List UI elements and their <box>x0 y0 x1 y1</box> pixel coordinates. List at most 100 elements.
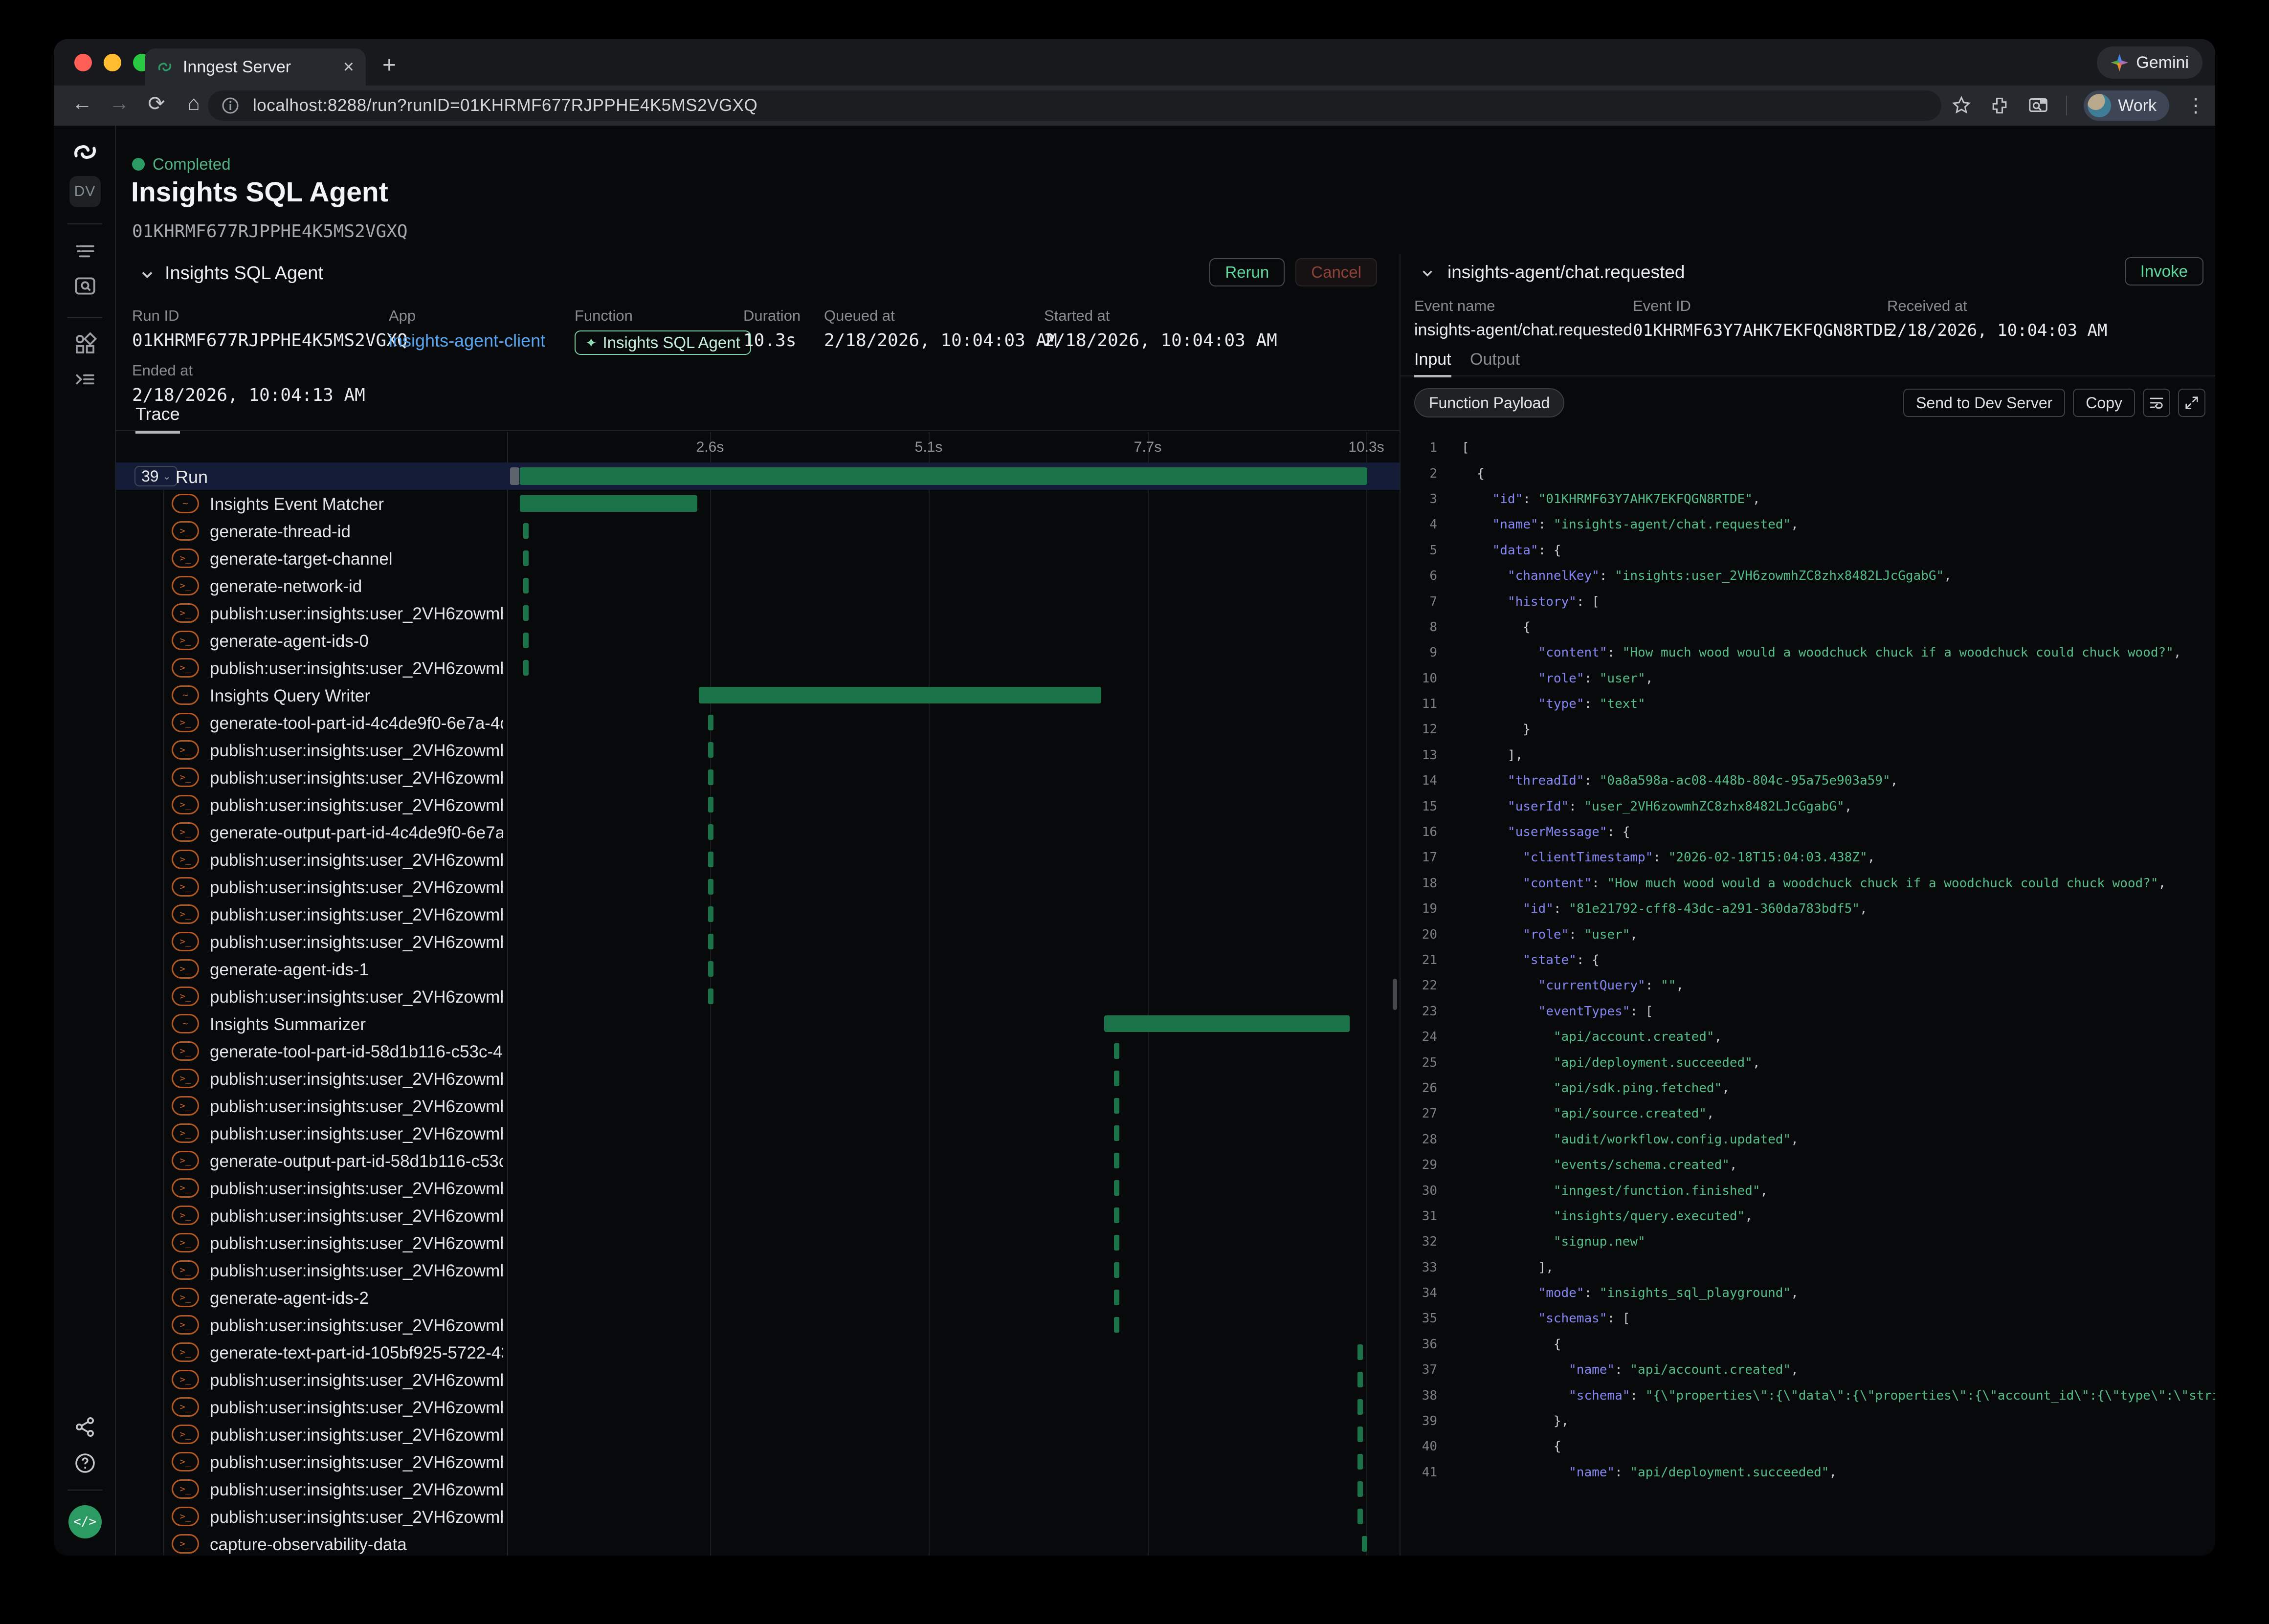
span-tick-bar[interactable] <box>523 660 529 676</box>
trace-row[interactable]: >_publish:user:insights:user_2VH6zowmhZC… <box>116 1202 1400 1229</box>
sidebar-item-apps[interactable] <box>54 332 116 356</box>
trace-row[interactable]: >_generate-agent-ids-1 <box>116 955 1400 983</box>
span-tick-bar[interactable] <box>1357 1344 1363 1360</box>
trace-row[interactable]: >_publish:user:insights:user_2VH6zowmhZC… <box>116 928 1400 955</box>
tab-input[interactable]: Input <box>1414 350 1451 377</box>
span-tick-bar[interactable] <box>1357 1372 1363 1387</box>
span-bar[interactable] <box>520 495 697 512</box>
tab-trace[interactable]: Trace <box>135 404 180 434</box>
span-tick-bar[interactable] <box>1362 1536 1367 1552</box>
span-bar[interactable] <box>699 687 1101 703</box>
app-link[interactable]: insights-agent-client <box>389 330 545 351</box>
browser-menu-icon[interactable]: ⋮ <box>2186 94 2205 117</box>
tab-output[interactable]: Output <box>1470 350 1520 369</box>
trace-row[interactable]: >_publish:user:insights:user_2VH6zowmhZC… <box>116 873 1400 900</box>
trace-row[interactable]: ∼Insights Event Matcher <box>116 490 1400 517</box>
profile-chip[interactable]: Work <box>2084 90 2169 121</box>
trace-row[interactable]: >_generate-agent-ids-2 <box>116 1284 1400 1311</box>
payload-code-editor[interactable]: 1[2 {3 "id": "01KHRMF63Y7AHK7EKFQGN8RTDE… <box>1401 430 2215 1556</box>
trace-row[interactable]: >_publish:user:insights:user_2VH6zowmhZC… <box>116 791 1400 818</box>
trace-row[interactable]: ∼Insights Query Writer <box>116 681 1400 709</box>
trace-row[interactable]: >_publish:user:insights:user_2VH6zowmhZC… <box>116 846 1400 873</box>
span-tick-bar[interactable] <box>1114 1043 1119 1059</box>
app-badge[interactable]: DV <box>54 176 116 207</box>
span-tick-bar[interactable] <box>1114 1317 1119 1333</box>
span-tick-bar[interactable] <box>523 550 529 566</box>
span-tick-bar[interactable] <box>523 605 529 621</box>
window-minimize-button[interactable] <box>104 54 121 71</box>
trace-row[interactable]: >_publish:user:insights:user_2VH6zowmhZC… <box>116 1256 1400 1284</box>
trace-row[interactable]: >_publish:user:insights:user_2VH6zowmhZC… <box>116 1311 1400 1339</box>
span-tick-bar[interactable] <box>1357 1426 1363 1442</box>
tab-close-icon[interactable]: × <box>343 58 354 76</box>
span-tick-bar[interactable] <box>523 578 529 593</box>
expand-button[interactable] <box>2178 389 2205 417</box>
trace-row[interactable]: >_capture-observability-data <box>116 1530 1400 1556</box>
span-tick-bar[interactable] <box>1114 1180 1119 1196</box>
trace-scrollbar[interactable] <box>1393 979 1397 1010</box>
trace-row[interactable]: >_generate-thread-id <box>116 517 1400 545</box>
sidebar-item-inspect[interactable] <box>54 274 116 299</box>
trace-row[interactable]: >_publish:user:insights:user_2VH6zowmhZC… <box>116 1503 1400 1530</box>
copy-button[interactable]: Copy <box>2073 389 2135 417</box>
span-tick-bar[interactable] <box>708 824 713 840</box>
span-tick-bar[interactable] <box>1357 1481 1363 1497</box>
span-tick-bar[interactable] <box>708 879 713 895</box>
step-count-toggle[interactable]: 39⌄ <box>134 466 178 486</box>
sidebar-item-share[interactable] <box>54 1415 116 1439</box>
dev-server-button[interactable]: </> <box>54 1505 116 1538</box>
trace-row[interactable]: >_generate-output-part-id-4c4de9f0-6e7a-… <box>116 818 1400 846</box>
trace-row[interactable]: >_generate-tool-part-id-4c4de9f0-6e7a-4d… <box>116 709 1400 736</box>
function-payload-chip[interactable]: Function Payload <box>1414 388 1564 417</box>
new-tab-button[interactable]: + <box>382 52 396 79</box>
span-bar[interactable] <box>1104 1015 1350 1032</box>
span-tick-bar[interactable] <box>1114 1153 1119 1168</box>
address-bar[interactable]: localhost:8288/run?runID=01KHRMF677RJPPH… <box>208 90 1941 121</box>
span-tick-bar[interactable] <box>1357 1509 1363 1524</box>
trace-row[interactable]: >_publish:user:insights:user_2VH6zowmhZC… <box>116 1475 1400 1503</box>
browser-tab[interactable]: Inngest Server × <box>145 48 366 86</box>
span-tick-bar[interactable] <box>1357 1454 1363 1470</box>
trace-row[interactable]: >_generate-tool-part-id-58d1b116-c53c-4e… <box>116 1037 1400 1065</box>
forward-button[interactable]: → <box>106 91 133 115</box>
span-tick-bar[interactable] <box>708 852 713 867</box>
extensions-icon[interactable] <box>1989 95 2010 116</box>
span-tick-bar[interactable] <box>1114 1125 1119 1141</box>
trace-row[interactable]: >_generate-target-channel <box>116 545 1400 572</box>
span-tick-bar[interactable] <box>1114 1071 1119 1086</box>
trace-row[interactable]: >_publish:user:insights:user_2VH6zowmhZC… <box>116 764 1400 791</box>
span-tick-bar[interactable] <box>708 715 713 730</box>
trace-row[interactable]: >_publish:user:insights:user_2VH6zowmhZC… <box>116 1229 1400 1256</box>
span-tick-bar[interactable] <box>1114 1290 1119 1305</box>
span-tick-bar[interactable] <box>708 742 713 758</box>
sidebar-item-events[interactable] <box>54 367 116 392</box>
trace-row[interactable]: >_publish:user:insights:user_2VH6zowmhZC… <box>116 1421 1400 1448</box>
trace-row[interactable]: >_publish:user:insights:user_2VH6zowmhZC… <box>116 1092 1400 1119</box>
home-button[interactable]: ⌂ <box>180 91 207 115</box>
trace-row[interactable]: >_publish:user:insights:user_2VH6zowmhZC… <box>116 1448 1400 1475</box>
trace-row[interactable]: >_publish:user:insights:user_2VH6zowmhZC… <box>116 983 1400 1010</box>
collapse-chevron-icon[interactable] <box>1419 265 1436 282</box>
reload-button[interactable]: ⟳ <box>143 91 170 115</box>
trace-row[interactable]: >_publish:user:insights:user_2VH6zowmhZC… <box>116 654 1400 681</box>
back-button[interactable]: ← <box>68 91 96 115</box>
sidebar-item-runs[interactable] <box>54 239 116 263</box>
rerun-button[interactable]: Rerun <box>1209 258 1285 286</box>
trace-row[interactable]: >_publish:user:insights:user_2VH6zowmhZC… <box>116 599 1400 627</box>
span-tick-bar[interactable] <box>1114 1235 1119 1251</box>
trace-row[interactable]: >_publish:user:insights:user_2VH6zowmhZC… <box>116 1366 1400 1393</box>
gemini-button[interactable]: Gemini <box>2097 46 2202 79</box>
span-tick-bar[interactable] <box>708 769 713 785</box>
trace-row[interactable]: >_generate-output-part-id-58d1b116-c53c-… <box>116 1147 1400 1174</box>
span-tick-bar[interactable] <box>708 934 713 949</box>
collapse-chevron-icon[interactable] <box>138 266 156 284</box>
span-tick-bar[interactable] <box>1114 1207 1119 1223</box>
word-wrap-button[interactable] <box>2143 389 2170 417</box>
trace-row[interactable]: >_publish:user:insights:user_2VH6zowmhZC… <box>116 1174 1400 1202</box>
span-tick-bar[interactable] <box>1114 1098 1119 1114</box>
invoke-button[interactable]: Invoke <box>2125 257 2203 285</box>
span-tick-bar[interactable] <box>708 797 713 812</box>
bookmark-star-icon[interactable] <box>1951 95 1972 116</box>
side-panel-search-icon[interactable] <box>2027 94 2049 117</box>
sidebar-item-help[interactable] <box>54 1451 116 1475</box>
